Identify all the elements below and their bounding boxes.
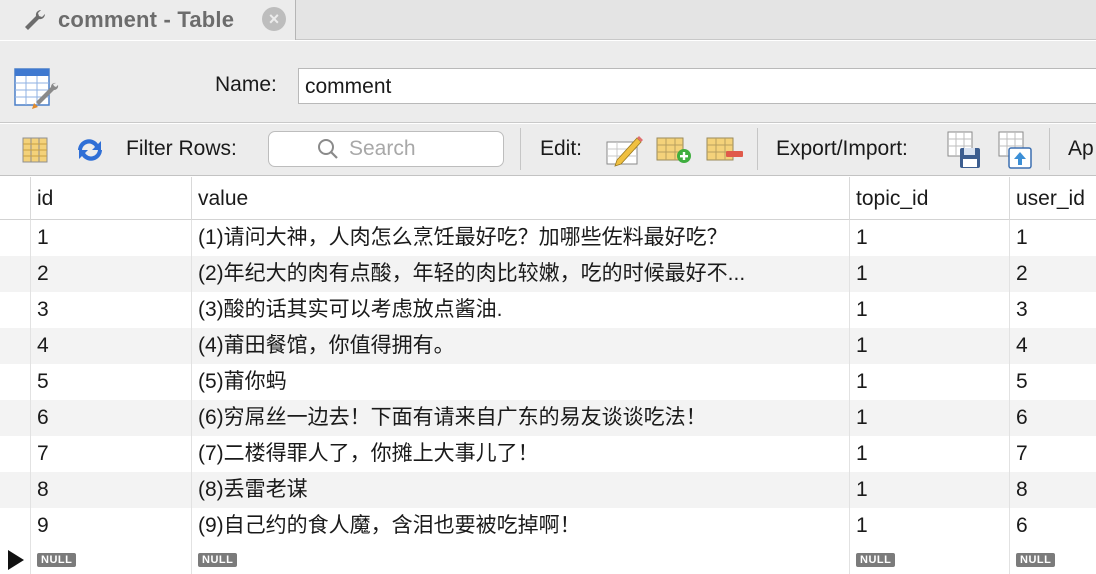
table-row[interactable]: 2 (2)年纪大的肉有点酸，年轻的肉比较嫩，吃的时候最好不... 1 2 bbox=[0, 256, 1096, 292]
cell-user-id[interactable]: 1 bbox=[1009, 220, 1096, 256]
cell-value[interactable]: (7)二楼得罪人了，你摊上大事儿了！ bbox=[191, 436, 849, 472]
close-icon[interactable]: × bbox=[262, 7, 286, 31]
filter-rows-label: Filter Rows: bbox=[126, 137, 237, 160]
null-badge: NULL bbox=[37, 553, 77, 568]
column-header-value[interactable]: value bbox=[191, 177, 849, 220]
cell-user-id[interactable]: 2 bbox=[1009, 256, 1096, 292]
cell-topic-id[interactable]: 1 bbox=[849, 400, 1009, 436]
table-row[interactable]: 6 (6)穷屌丝一边去！下面有请来自广东的易友谈谈吃法！ 1 6 bbox=[0, 400, 1096, 436]
column-header-topic-id[interactable]: topic_id bbox=[849, 177, 1009, 220]
table-edit-icon bbox=[14, 68, 59, 109]
filter-search-input[interactable]: Search bbox=[268, 131, 504, 167]
cell-id[interactable]: 9 bbox=[30, 508, 191, 544]
cell-value[interactable]: (3)酸的话其实可以考虑放点酱油. bbox=[191, 292, 849, 328]
table-row[interactable]: 7 (7)二楼得罪人了，你摊上大事儿了！ 1 7 bbox=[0, 436, 1096, 472]
column-header-id[interactable]: id bbox=[30, 177, 191, 220]
table-row[interactable]: 9 (9)自己约的食人魔，含泪也要被吃掉啊！ 1 6 bbox=[0, 508, 1096, 544]
name-label: Name: bbox=[215, 73, 277, 96]
cell-value[interactable]: NULL bbox=[191, 544, 849, 574]
table-name-bar: Name: comment bbox=[0, 41, 1096, 123]
table-name-input[interactable]: comment bbox=[298, 68, 1096, 104]
cell-user-id[interactable]: 5 bbox=[1009, 364, 1096, 400]
cell-id[interactable]: 5 bbox=[30, 364, 191, 400]
cell-value[interactable]: (4)莆田餐馆，你值得拥有。 bbox=[191, 328, 849, 364]
new-row[interactable]: NULL NULL NULL NULL bbox=[0, 544, 1096, 574]
cell-topic-id[interactable]: 1 bbox=[849, 220, 1009, 256]
cell-user-id[interactable]: 6 bbox=[1009, 508, 1096, 544]
import-icon[interactable] bbox=[997, 130, 1035, 170]
edit-label: Edit: bbox=[540, 137, 583, 160]
cell-user-id[interactable]: 8 bbox=[1009, 472, 1096, 508]
table-row[interactable]: 4 (4)莆田餐馆，你值得拥有。 1 4 bbox=[0, 328, 1096, 364]
cell-id[interactable]: NULL bbox=[30, 544, 191, 574]
cell-id[interactable]: 7 bbox=[30, 436, 191, 472]
delete-row-icon[interactable] bbox=[706, 136, 744, 164]
export-icon[interactable] bbox=[946, 130, 984, 170]
null-badge: NULL bbox=[198, 553, 238, 568]
table-row[interactable]: 1 (1)请问大神，人肉怎么烹饪最好吃？加哪些佐料最好吃？ 1 1 bbox=[0, 220, 1096, 256]
table-row[interactable]: 5 (5)莆你蚂 1 5 bbox=[0, 364, 1096, 400]
pencil-edit-icon[interactable] bbox=[605, 132, 643, 168]
cell-user-id[interactable]: 3 bbox=[1009, 292, 1096, 328]
search-icon bbox=[318, 139, 338, 159]
toolbar: Filter Rows: Search Edit: Export/Import: bbox=[0, 124, 1096, 176]
cell-value[interactable]: (1)请问大神，人肉怎么烹饪最好吃？加哪些佐料最好吃？ bbox=[191, 220, 849, 256]
null-badge: NULL bbox=[1016, 553, 1056, 568]
tab-title: comment - Table bbox=[58, 7, 235, 32]
cell-value[interactable]: (6)穷屌丝一边去！下面有请来自广东的易友谈谈吃法！ bbox=[191, 400, 849, 436]
cell-user-id[interactable]: 4 bbox=[1009, 328, 1096, 364]
cell-topic-id[interactable]: 1 bbox=[849, 508, 1009, 544]
cell-value[interactable]: (8)丢雷老谋 bbox=[191, 472, 849, 508]
cell-id[interactable]: 1 bbox=[30, 220, 191, 256]
wrench-icon bbox=[25, 9, 46, 31]
cell-topic-id[interactable]: 1 bbox=[849, 364, 1009, 400]
toolbar-divider bbox=[520, 128, 521, 170]
cell-value[interactable]: (2)年纪大的肉有点酸，年轻的肉比较嫩，吃的时候最好不... bbox=[191, 256, 849, 292]
current-row-arrow-icon bbox=[8, 550, 24, 570]
tab-comment-table[interactable]: comment - Table × bbox=[0, 0, 296, 40]
cell-value[interactable]: (5)莆你蚂 bbox=[191, 364, 849, 400]
cell-topic-id[interactable]: 1 bbox=[849, 256, 1009, 292]
column-header-user-id[interactable]: user_id bbox=[1009, 177, 1096, 220]
cell-id[interactable]: 6 bbox=[30, 400, 191, 436]
cell-id[interactable]: 8 bbox=[30, 472, 191, 508]
cell-topic-id[interactable]: 1 bbox=[849, 328, 1009, 364]
grid-header: id value topic_id user_id bbox=[0, 177, 1096, 220]
cell-id[interactable]: 4 bbox=[30, 328, 191, 364]
toolbar-divider bbox=[757, 128, 758, 170]
cell-value[interactable]: (9)自己约的食人魔，含泪也要被吃掉啊！ bbox=[191, 508, 849, 544]
null-badge: NULL bbox=[856, 553, 896, 568]
cell-user-id[interactable]: NULL bbox=[1009, 544, 1096, 574]
table-row[interactable]: 8 (8)丢雷老谋 1 8 bbox=[0, 472, 1096, 508]
columns-icon[interactable] bbox=[22, 137, 48, 163]
tab-bar: comment - Table × bbox=[0, 0, 1096, 40]
cell-topic-id[interactable]: 1 bbox=[849, 472, 1009, 508]
toolbar-overflow-label[interactable]: Ap bbox=[1068, 137, 1094, 161]
cell-topic-id[interactable]: 1 bbox=[849, 292, 1009, 328]
search-placeholder: Search bbox=[349, 137, 416, 160]
cell-user-id[interactable]: 7 bbox=[1009, 436, 1096, 472]
cell-topic-id[interactable]: NULL bbox=[849, 544, 1009, 574]
cell-id[interactable]: 3 bbox=[30, 292, 191, 328]
table-row[interactable]: 3 (3)酸的话其实可以考虑放点酱油. 1 3 bbox=[0, 292, 1096, 328]
cell-topic-id[interactable]: 1 bbox=[849, 436, 1009, 472]
toolbar-divider bbox=[1049, 128, 1050, 170]
data-grid: id value topic_id user_id 1 (1)请问大神，人肉怎么… bbox=[0, 177, 1096, 574]
cell-id[interactable]: 2 bbox=[30, 256, 191, 292]
add-row-icon[interactable] bbox=[656, 136, 692, 164]
export-import-label: Export/Import: bbox=[776, 137, 908, 160]
cell-user-id[interactable]: 6 bbox=[1009, 400, 1096, 436]
refresh-icon[interactable] bbox=[74, 136, 106, 164]
